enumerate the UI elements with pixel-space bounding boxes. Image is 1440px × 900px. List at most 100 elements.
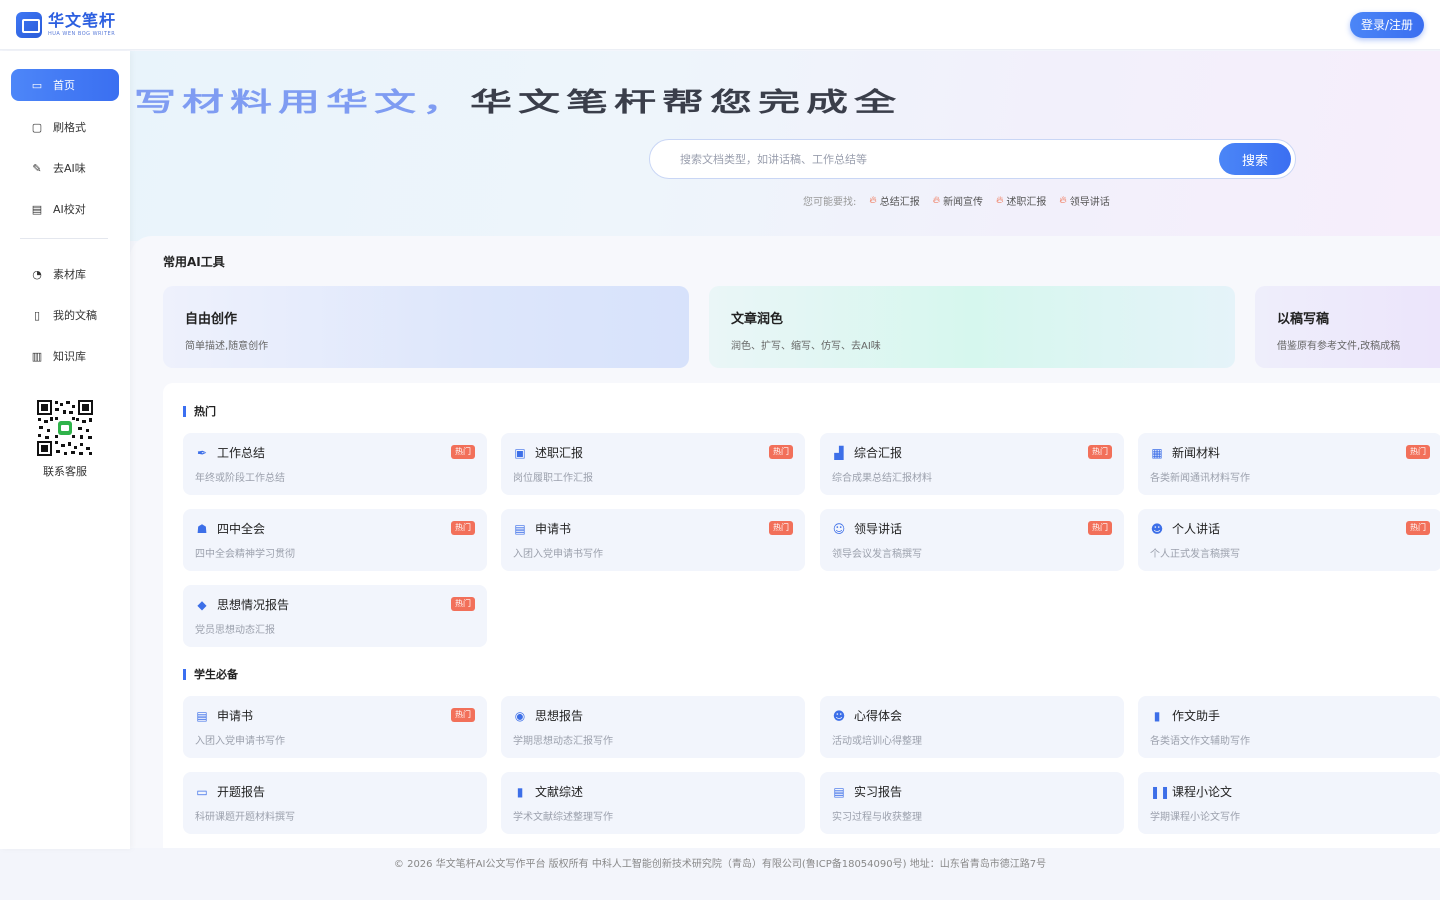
template-card[interactable]: ▤ 实习报告 实习过程与收获整理 (820, 772, 1124, 834)
application-icon: ▤ (196, 708, 208, 723)
template-card[interactable]: ✒ 工作总结 年终或阶段工作总结 热门 (183, 433, 487, 495)
template-card[interactable]: ☺ 领导讲话 领导会议发言稿撰写 热门 (820, 509, 1124, 571)
sidebar-item-label: 首页 (53, 79, 75, 92)
template-card[interactable]: ▟ 综合汇报 综合成果总结汇报材料 热门 (820, 433, 1124, 495)
logo-icon (16, 11, 42, 38)
logo-subtext: HUA WEN BOG WRITER (48, 30, 116, 37)
login-register-button[interactable]: 登录/注册 (1350, 11, 1424, 38)
templates-panel: 热门 ✒ 工作总结 年终或阶段工作总结 热门 ▣ 述职汇报 岗位履职工作汇报 热门 … (163, 383, 1440, 848)
template-card[interactable]: ▭ 开题报告 科研课题开题材料撰写 (183, 772, 487, 834)
internship-icon: ▤ (833, 784, 845, 799)
sidebar-item-material[interactable]: ◔ 素材库 (11, 259, 119, 289)
template-card[interactable]: ☻ 个人讲话 个人正式发言稿撰写 热门 (1138, 509, 1440, 571)
hero-banner: 写材料用华文，华文笔杆帮您完成全 搜索 您可能要找: 🔥︎总结汇报 🔥︎新闻宣传… (130, 51, 1440, 241)
hot-badge: 热门 (451, 708, 475, 722)
tool-card-free-writing[interactable]: 自由创作 简单描述,随意创作 (163, 286, 689, 368)
tool-card-polish[interactable]: 文章润色 润色、扩写、缩写、仿写、去AI味 (709, 286, 1235, 368)
template-card[interactable]: ▦ 新闻材料 各类新闻通讯材料写作 热门 (1138, 433, 1440, 495)
template-card[interactable]: ▮ 文献综述 学术文献综述整理写作 (501, 772, 805, 834)
template-card[interactable]: ▤ 申请书 入团入党申请书写作 热门 (183, 696, 487, 758)
template-card[interactable]: ❚❚ 课程小论文 学期课程小论文写作 (1138, 772, 1440, 834)
proposal-icon: ▭ (196, 784, 208, 799)
suggestions: 您可能要找: 🔥︎ 总结汇报 🔥︎ 新闻宣传 🔥︎ 述职汇报 🔥︎ 领导讲话 (803, 193, 1110, 208)
template-card[interactable]: ▤ 申请书 入团入党申请书写作 热门 (501, 509, 805, 571)
template-card[interactable]: ◉ 思想报告 学期思想动态汇报写作 (501, 696, 805, 758)
hot-section-title: 热门 (183, 406, 216, 417)
top-header: 华文笔杆 HUA WEN BOG WRITER 登录/注册 (0, 0, 1440, 50)
qr-code (36, 399, 94, 457)
person-icon: ☻ (1150, 521, 1164, 536)
tool-card-rewrite[interactable]: 以稿写稿 借鉴原有参考文件,改稿成稿 (1255, 286, 1440, 368)
sidebar-item-my-docs[interactable]: ▯ 我的文稿 (11, 300, 119, 330)
sidebar-item-home[interactable]: ▭ 首页 (11, 69, 119, 101)
sidebar-item-label: 我的文稿 (53, 309, 97, 322)
report-icon: ▣ (514, 445, 526, 460)
hot-badge: 热门 (769, 445, 793, 459)
speaker-icon: ☺ (832, 521, 846, 536)
thought-icon: ◉ (514, 708, 526, 723)
sidebar-item-format[interactable]: ▢ 刷格式 (11, 112, 119, 142)
sidebar: ▭ 首页 ▢ 刷格式 ✎ 去AI味 ▤ AI校对 ◔ 素材库 ▯ 我的文稿 ▥ … (0, 51, 130, 849)
hot-badge: 热门 (1088, 521, 1112, 535)
main-panel: 常用AI工具 自由创作 简单描述,随意创作 文章润色 润色、扩写、缩写、仿写、去… (130, 236, 1440, 848)
footer-text: © 2026 华文笔杆AI公文写作平台 版权所有 中科人工智能创新技术研究院（青… (393, 859, 1047, 870)
document-icon: ▯ (33, 308, 41, 322)
sidebar-item-label: 知识库 (53, 350, 86, 363)
search-input[interactable] (680, 152, 1219, 166)
hot-badge: 热门 (451, 521, 475, 535)
suggest-tag[interactable]: 🔥︎ 总结汇报 (869, 193, 919, 208)
sidebar-item-label: 去AI味 (53, 162, 86, 175)
news-icon: ▦ (1151, 445, 1163, 460)
hero-title-part1: 写材料用华文， (134, 86, 471, 117)
format-icon: ▢ (31, 120, 43, 134)
hot-badge: 热门 (1406, 445, 1430, 459)
hot-badge: 热门 (769, 521, 793, 535)
essay-icon: ▮ (1153, 708, 1161, 723)
sidebar-item-knowledge[interactable]: ▥ 知识库 (11, 341, 119, 371)
logo[interactable]: 华文笔杆 HUA WEN BOG WRITER (16, 11, 116, 38)
sidebar-item-label: 素材库 (53, 268, 86, 281)
chart-icon: ▟ (834, 445, 844, 460)
template-card[interactable]: ▮ 作文助手 各类语文作文辅助写作 (1138, 696, 1440, 758)
search-box: 搜索 (649, 139, 1296, 179)
proofread-icon: ▤ (31, 202, 43, 216)
thought-icon: ◆ (197, 597, 207, 612)
template-card[interactable]: ◆ 思想情况报告 党员思想动态汇报 热门 (183, 585, 487, 647)
template-card[interactable]: ☻ 心得体会 活动或培训心得整理 (820, 696, 1124, 758)
sidebar-divider (20, 238, 108, 239)
hot-badge: 热门 (451, 597, 475, 611)
application-icon: ▤ (514, 521, 526, 536)
suggest-tag[interactable]: 🔥︎ 述职汇报 (996, 193, 1046, 208)
hot-badge: 热门 (1406, 521, 1430, 535)
suggest-tag[interactable]: 🔥︎ 领导讲话 (1059, 193, 1109, 208)
tools-section-title: 常用AI工具 (163, 255, 225, 269)
hero-title-part2: 华文笔杆帮您完成全 (470, 86, 903, 117)
suggest-label: 您可能要找: (803, 197, 857, 208)
library-icon: ▥ (31, 349, 43, 363)
sidebar-item-remove-ai[interactable]: ✎ 去AI味 (11, 153, 119, 183)
tool-card-name: 以稿写稿 (1277, 312, 1330, 327)
fire-icon: 🔥︎ (996, 195, 1004, 206)
sidebar-item-label: 刷格式 (53, 121, 86, 134)
tool-card-name: 自由创作 (185, 312, 238, 327)
hot-badge: 热门 (451, 445, 475, 459)
experience-icon: ☻ (832, 708, 846, 723)
tool-card-desc: 简单描述,随意创作 (185, 341, 269, 352)
fire-icon: 🔥︎ (932, 195, 941, 206)
footer: © 2026 华文笔杆AI公文写作平台 版权所有 中科人工智能创新技术研究院（青… (0, 855, 1440, 870)
template-card[interactable]: ▣ 述职汇报 岗位履职工作汇报 热门 (501, 433, 805, 495)
literature-icon: ▮ (516, 784, 524, 799)
fire-icon: 🔥︎ (869, 195, 877, 206)
hero-title: 写材料用华文，华文笔杆帮您完成全 (134, 81, 902, 119)
sidebar-item-proofread[interactable]: ▤ AI校对 (11, 194, 119, 224)
sidebar-item-label: AI校对 (53, 203, 86, 216)
fire-icon: 🔥︎ (1059, 195, 1067, 206)
hot-badge: 热门 (1088, 445, 1112, 459)
template-card[interactable]: ☗ 四中全会 四中全会精神学习贯彻 热门 (183, 509, 487, 571)
suggest-tag[interactable]: 🔥︎ 新闻宣传 (933, 193, 983, 208)
books-icon: ❚❚ (1150, 784, 1171, 799)
material-icon: ◔ (32, 267, 42, 281)
tool-card-desc: 润色、扩写、缩写、仿写、去AI味 (731, 341, 881, 352)
search-button[interactable]: 搜索 (1219, 143, 1291, 175)
student-section-title: 学生必备 (183, 669, 238, 680)
